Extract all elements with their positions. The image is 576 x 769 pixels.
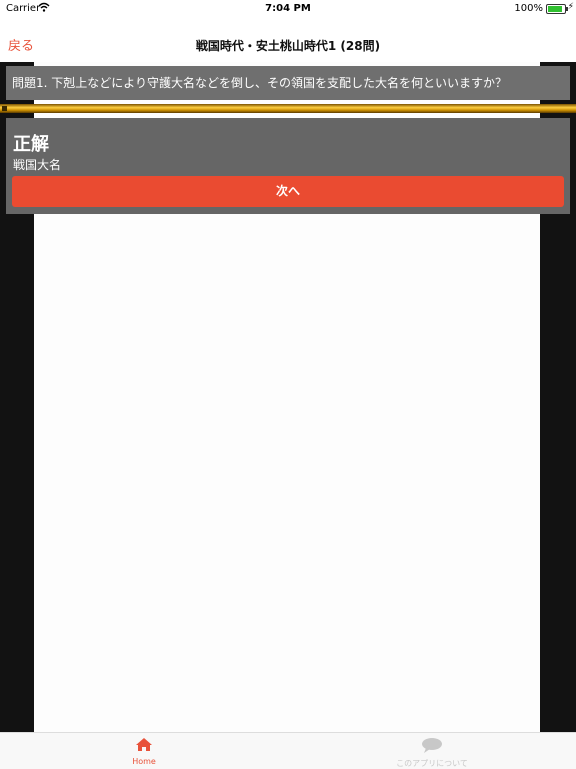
tab-bar: Home このアプリについて (0, 732, 576, 769)
tab-about-label: このアプリについて (396, 759, 468, 768)
status-bar: Carrier 7:04 PM 100% ⚡ (0, 0, 576, 18)
clock: 7:04 PM (265, 3, 311, 14)
question-box: 問題1. 下剋上などにより守護大名などを倒し、その領国を支配した大名を何といいま… (6, 66, 570, 100)
answer-title: 正解 (13, 134, 49, 155)
home-icon (136, 738, 152, 751)
divider-bar (0, 104, 576, 113)
question-text: 問題1. 下剋上などにより守護大名などを倒し、その領国を支配した大名を何といいま… (12, 76, 508, 90)
battery-icon (546, 4, 568, 14)
page-title: 戦国時代・安土桃山時代1 (28問) (195, 39, 381, 53)
answer-text: 戦国大名 (13, 158, 62, 172)
navigation-bar: 戻る 戦国時代・安土桃山時代1 (28問) (0, 18, 576, 62)
battery-percentage: 100% (514, 3, 543, 14)
bar-knob (2, 106, 7, 111)
speech-bubble-icon (422, 738, 442, 753)
tab-home[interactable]: Home (84, 737, 204, 766)
next-button[interactable]: 次へ (12, 176, 564, 207)
tab-about[interactable]: このアプリについて (372, 737, 492, 769)
charging-icon: ⚡ (567, 2, 574, 12)
tab-home-label: Home (132, 757, 156, 766)
